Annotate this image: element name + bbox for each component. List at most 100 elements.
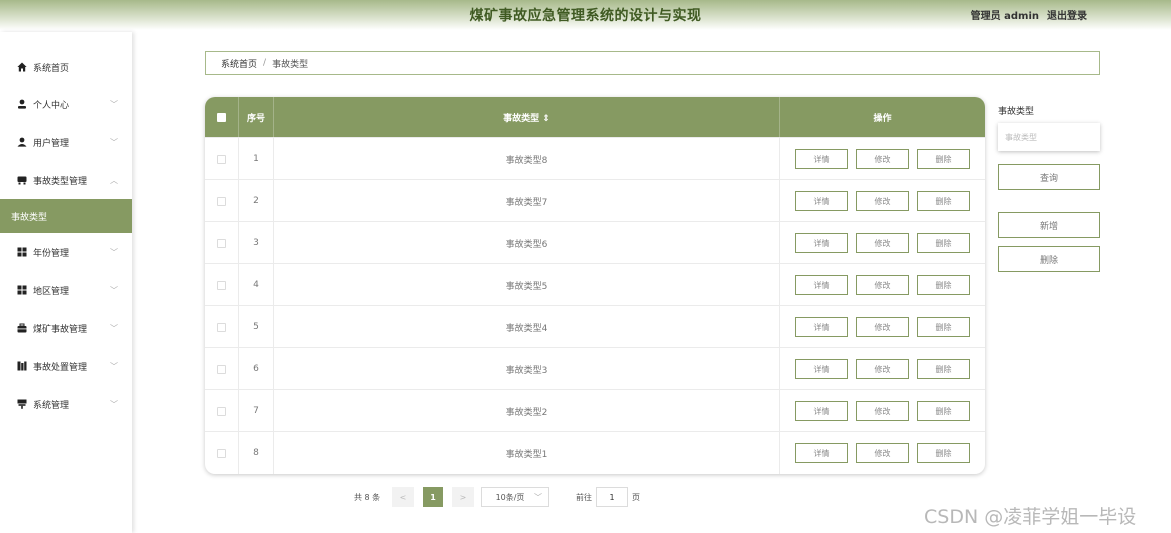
row-checkbox[interactable] [217, 196, 226, 206]
sidebar-item-regions[interactable]: 地区管理 ﹀ [0, 277, 132, 303]
row-actions: 详情 修改 删除 [780, 222, 985, 264]
current-page-button[interactable]: 1 [423, 487, 443, 507]
row-select-cell[interactable] [205, 432, 239, 474]
sidebar-item-users[interactable]: 用户管理 ﹀ [0, 129, 132, 155]
header-user-area: 管理员 admin 退出登录 [971, 7, 1087, 22]
goto-suffix: 页 [632, 492, 640, 502]
row-select-cell[interactable] [205, 138, 239, 180]
breadcrumb-current: 事故类型 [272, 59, 309, 70]
sidebar-item-label: 系统首页 [33, 63, 70, 74]
goto-page-input[interactable]: 1 [596, 487, 628, 507]
detail-button[interactable]: 详情 [795, 443, 848, 463]
home-icon [17, 62, 27, 72]
table-row: 6 事故类型3 详情 修改 删除 [205, 347, 985, 390]
sidebar-item-system[interactable]: 系统管理 ﹀ [0, 391, 132, 417]
search-input[interactable] [998, 123, 1100, 151]
signpost-icon [17, 399, 27, 409]
edit-button[interactable]: 修改 [856, 275, 909, 295]
row-actions: 详情 修改 删除 [780, 306, 985, 348]
row-select-cell[interactable] [205, 306, 239, 348]
chevron-down-icon: ﹀ [110, 399, 118, 409]
batch-delete-button[interactable]: 删除 [998, 246, 1100, 272]
edit-button[interactable]: 修改 [856, 359, 909, 379]
sidebar-item-label: 事故处置管理 [33, 362, 88, 373]
select-all-checkbox[interactable] [217, 112, 226, 122]
sidebar-subitem-accident-type[interactable]: 事故类型 [0, 199, 132, 233]
delete-button[interactable]: 删除 [917, 233, 970, 253]
row-select-cell[interactable] [205, 348, 239, 390]
chevron-down-icon: ﹀ [110, 99, 118, 109]
row-actions: 详情 修改 删除 [780, 390, 985, 432]
chevron-down-icon: ﹀ [534, 492, 542, 502]
sidebar-item-label: 煤矿事故管理 [33, 324, 88, 335]
row-checkbox[interactable] [217, 280, 226, 290]
sidebar-item-label: 个人中心 [33, 100, 70, 111]
row-accident-type: 事故类型1 [274, 432, 780, 474]
data-table: 序号 事故类型 ⇕ 操作 1 事故类型8 详情 修改 删除 2 事故类型7 详情 修改 删除 3 事故… [205, 97, 985, 474]
edit-button[interactable]: 修改 [856, 317, 909, 337]
delete-button[interactable]: 删除 [917, 191, 970, 211]
detail-button[interactable]: 详情 [795, 317, 848, 337]
row-select-cell[interactable] [205, 264, 239, 306]
row-number: 3 [239, 222, 274, 264]
query-button[interactable]: 查询 [998, 164, 1100, 190]
table-row: 4 事故类型5 详情 修改 删除 [205, 263, 985, 306]
add-button[interactable]: 新增 [998, 212, 1100, 238]
logout-link[interactable]: 退出登录 [1047, 7, 1087, 22]
detail-button[interactable]: 详情 [795, 359, 848, 379]
person-icon [17, 99, 27, 109]
delete-button[interactable]: 删除 [917, 401, 970, 421]
book-icon [17, 361, 27, 371]
chevron-down-icon: ﹀ [110, 137, 118, 147]
user-icon [17, 137, 27, 147]
row-checkbox[interactable] [217, 364, 226, 374]
delete-button[interactable]: 删除 [917, 275, 970, 295]
delete-button[interactable]: 删除 [917, 443, 970, 463]
delete-button[interactable]: 删除 [917, 317, 970, 337]
row-checkbox[interactable] [217, 154, 226, 164]
detail-button[interactable]: 详情 [795, 191, 848, 211]
pagination-total: 共 8 条 [354, 492, 381, 502]
admin-user-label: 管理员 admin [970, 11, 1039, 22]
row-accident-type: 事故类型7 [274, 180, 780, 222]
prev-page-button[interactable]: < [392, 487, 414, 507]
delete-button[interactable]: 删除 [917, 359, 970, 379]
row-checkbox[interactable] [217, 238, 226, 248]
row-checkbox[interactable] [217, 406, 226, 416]
breadcrumb: 系统首页 / 事故类型 [205, 51, 1100, 75]
breadcrumb-home[interactable]: 系统首页 [221, 57, 257, 70]
next-page-button[interactable]: > [452, 487, 474, 507]
sidebar-item-accident-type-mgmt[interactable]: 事故类型管理 ︿ [0, 167, 132, 193]
sidebar-item-coal-accidents[interactable]: 煤矿事故管理 ﹀ [0, 315, 132, 341]
detail-button[interactable]: 详情 [795, 149, 848, 169]
row-actions: 详情 修改 删除 [780, 432, 985, 474]
sidebar-item-years[interactable]: 年份管理 ﹀ [0, 239, 132, 265]
sidebar-item-accident-handling[interactable]: 事故处置管理 ﹀ [0, 353, 132, 379]
page-size-select[interactable]: 10条/页 ﹀ [481, 487, 549, 507]
row-number: 8 [239, 432, 274, 474]
row-select-cell[interactable] [205, 180, 239, 222]
page-size-value: 10条/页 [495, 492, 525, 502]
edit-button[interactable]: 修改 [856, 443, 909, 463]
row-select-cell[interactable] [205, 390, 239, 432]
sidebar-item-home[interactable]: 系统首页 [0, 54, 132, 80]
chevron-down-icon: ﹀ [110, 285, 118, 295]
edit-button[interactable]: 修改 [856, 191, 909, 211]
sidebar-item-personal[interactable]: 个人中心 ﹀ [0, 91, 132, 117]
detail-button[interactable]: 详情 [795, 401, 848, 421]
detail-button[interactable]: 详情 [795, 275, 848, 295]
edit-button[interactable]: 修改 [856, 149, 909, 169]
header-select-all[interactable] [205, 97, 239, 137]
breadcrumb-separator: / [263, 58, 267, 68]
row-checkbox[interactable] [217, 448, 226, 458]
chevron-up-icon: ︿ [110, 175, 118, 185]
row-checkbox[interactable] [217, 322, 226, 332]
edit-button[interactable]: 修改 [856, 401, 909, 421]
row-select-cell[interactable] [205, 222, 239, 264]
row-accident-type: 事故类型8 [274, 138, 780, 180]
header-type-sortable[interactable]: 事故类型 ⇕ [274, 97, 780, 137]
edit-button[interactable]: 修改 [856, 233, 909, 253]
goto-prefix: 前往 [576, 492, 592, 502]
delete-button[interactable]: 删除 [917, 149, 970, 169]
detail-button[interactable]: 详情 [795, 233, 848, 253]
